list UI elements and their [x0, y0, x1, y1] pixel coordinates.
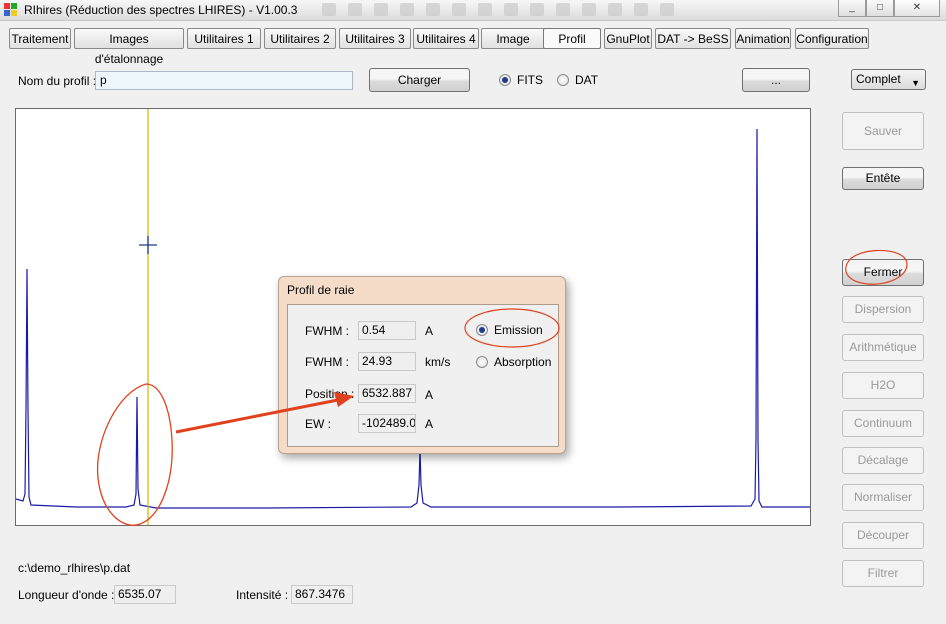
continuum-button[interactable]: Continuum	[842, 410, 924, 437]
wavelength-label: Longueur d'onde :	[18, 588, 115, 602]
dialog-title: Profil de raie	[287, 283, 355, 297]
fwhm-angstrom-unit: A	[425, 324, 434, 338]
tab-animation[interactable]: Animation	[735, 28, 791, 49]
absorption-radio-label: Absorption	[494, 355, 552, 369]
profile-name-input[interactable]: p	[95, 71, 353, 90]
absorption-radio[interactable]	[476, 356, 488, 368]
title-bar: RIhires (Réduction des spectres LHIRES) …	[0, 0, 946, 21]
fwhm-angstrom-value: 0.54	[358, 321, 416, 340]
fwhm-kms-unit: km/s	[425, 355, 451, 369]
h2o-button[interactable]: H2O	[842, 372, 924, 399]
dat-radio-label: DAT	[575, 73, 599, 87]
emission-radio[interactable]	[476, 324, 488, 336]
header-button[interactable]: Entête	[842, 167, 924, 190]
browse-button[interactable]: ...	[742, 68, 810, 92]
app-icon	[4, 3, 18, 17]
crop-button[interactable]: Découper	[842, 522, 924, 549]
tab-traitement[interactable]: Traitement	[9, 28, 71, 49]
dat-radio[interactable]	[557, 74, 569, 86]
ew-label: EW :	[305, 417, 331, 431]
title-bar-toolbar-ghost	[322, 3, 686, 19]
tab-dat-bess[interactable]: DAT -> BeSS	[655, 28, 731, 49]
chevron-down-icon: ▼	[911, 78, 920, 88]
intensity-value: 867.3476	[291, 585, 353, 604]
line-profile-dialog: Profil de raie FWHM : 0.54 A FWHM : 24.9…	[278, 276, 566, 454]
dialog-body: FWHM : 0.54 A FWHM : 24.93 km/s Position…	[287, 304, 559, 447]
tab-utilitaires-3[interactable]: Utilitaires 3	[339, 28, 411, 49]
position-unit: A	[425, 388, 434, 402]
tab-gnuplot[interactable]: GnuPlot	[604, 28, 652, 49]
shift-button[interactable]: Décalage	[842, 447, 924, 474]
file-path: c:\demo_rlhires\p.dat	[18, 561, 131, 575]
position-value: 6532.887	[358, 384, 416, 403]
profile-name-label: Nom du profil :	[18, 74, 97, 88]
tab-image[interactable]: Image	[481, 28, 545, 49]
tab-utilitaires-4[interactable]: Utilitaires 4	[413, 28, 479, 49]
close-profile-button[interactable]: Fermer	[842, 259, 924, 286]
fits-radio-label: FITS	[517, 73, 543, 87]
mode-select-value: Complet	[856, 72, 901, 86]
window-title: RIhires (Réduction des spectres LHIRES) …	[24, 3, 298, 17]
ew-value: -102489.05	[358, 414, 416, 433]
fwhm-angstrom-label: FWHM :	[305, 324, 349, 338]
wavelength-value: 6535.07	[114, 585, 176, 604]
filter-button[interactable]: Filtrer	[842, 560, 924, 587]
tab-images-etalonnage[interactable]: Images d'étalonnage	[74, 28, 184, 66]
fwhm-kms-value: 24.93	[358, 352, 416, 371]
minimize-button[interactable]: _	[838, 0, 866, 17]
close-button[interactable]: ✕	[894, 0, 940, 17]
arithmetic-button[interactable]: Arithmétique	[842, 334, 924, 361]
tab-utilitaires-1[interactable]: Utilitaires 1	[187, 28, 261, 49]
mode-select[interactable]: Complet ▼	[851, 69, 926, 90]
tab-profil[interactable]: Profil	[543, 28, 601, 49]
normalize-button[interactable]: Normaliser	[842, 484, 924, 511]
maximize-button[interactable]: □	[866, 0, 894, 17]
tab-configuration[interactable]: Configuration	[795, 28, 869, 49]
emission-radio-label: Emission	[494, 323, 543, 337]
dispersion-button[interactable]: Dispersion	[842, 296, 924, 323]
load-button[interactable]: Charger	[369, 68, 470, 92]
fits-radio[interactable]	[499, 74, 511, 86]
save-button[interactable]: Sauver	[842, 112, 924, 150]
intensity-label: Intensité :	[236, 588, 289, 602]
tab-utilitaires-2[interactable]: Utilitaires 2	[264, 28, 336, 49]
ew-unit: A	[425, 417, 434, 431]
position-label: Position :	[305, 387, 355, 401]
fwhm-kms-label: FWHM :	[305, 355, 349, 369]
crosshair-cursor	[139, 236, 157, 254]
